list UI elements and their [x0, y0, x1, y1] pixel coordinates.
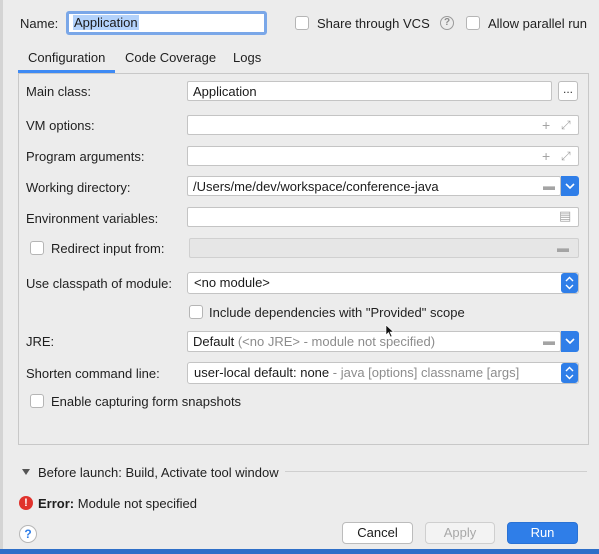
add-icon[interactable]: + [542, 118, 550, 132]
env-vars-input[interactable] [187, 207, 579, 227]
main-class-browse-button[interactable]: ... [558, 81, 578, 101]
working-dir-input[interactable]: /Users/me/dev/workspace/conference-java [187, 176, 561, 196]
tab-logs[interactable]: Logs [233, 50, 261, 65]
jre-input[interactable]: Default (<no JRE> - module not specified… [187, 331, 561, 352]
expand-icon[interactable]: ⤢ [561, 118, 571, 132]
chevron-down-icon [565, 183, 575, 190]
jre-dropdown[interactable] [561, 331, 579, 352]
snapshots-checkbox[interactable] [30, 394, 44, 408]
add-icon[interactable]: + [542, 149, 550, 163]
folder-icon: ▬ [557, 241, 569, 255]
folder-icon[interactable]: ▬ [543, 179, 555, 193]
mouse-cursor-icon [385, 324, 395, 338]
name-label: Name: [20, 16, 59, 31]
run-button[interactable]: Run [507, 522, 578, 544]
classpath-select[interactable]: <no module> [187, 272, 579, 294]
share-vcs-label: Share through VCS [317, 16, 430, 31]
program-args-label: Program arguments: [26, 149, 145, 164]
divider [285, 471, 587, 472]
tab-code-coverage[interactable]: Code Coverage [125, 50, 216, 65]
shorten-select[interactable]: user-local default: none - java [options… [187, 362, 579, 384]
working-dir-label: Working directory: [26, 180, 131, 195]
snapshots-label: Enable capturing form snapshots [51, 394, 242, 409]
vm-options-label: VM options: [26, 118, 95, 133]
jre-hint: (<no JRE> - module not specified) [237, 334, 436, 349]
help-icon[interactable]: ? [440, 16, 454, 30]
expand-icon[interactable]: ⤢ [561, 149, 571, 163]
left-window-edge [0, 0, 3, 554]
apply-button[interactable]: Apply [425, 522, 495, 544]
redirect-input-field [189, 238, 579, 258]
tab-configuration[interactable]: Configuration [28, 50, 105, 65]
document-icon[interactable]: ▤ [559, 209, 571, 223]
classpath-label: Use classpath of module: [26, 276, 172, 291]
folder-icon[interactable]: ▬ [543, 334, 555, 348]
redirect-input-label: Redirect input from: [51, 241, 165, 256]
env-vars-label: Environment variables: [26, 211, 159, 226]
program-args-input[interactable] [187, 146, 579, 166]
vm-options-input[interactable] [187, 115, 579, 135]
shorten-hint: - java [options] classname [args] [332, 365, 520, 380]
main-class-input[interactable]: Application [187, 81, 552, 101]
help-button[interactable]: ? [19, 525, 37, 543]
before-launch-label[interactable]: Before launch: Build, Activate tool wind… [38, 465, 279, 480]
shorten-select-stepper[interactable] [561, 363, 578, 383]
jre-value: Default [193, 334, 235, 349]
classpath-select-stepper[interactable] [561, 273, 578, 293]
name-input-value: Application [73, 15, 139, 30]
updown-icon [565, 366, 574, 380]
shorten-value: user-local default: none [194, 365, 330, 380]
updown-icon [565, 276, 574, 290]
name-input[interactable]: Application [66, 11, 267, 35]
share-vcs-checkbox[interactable] [295, 16, 309, 30]
include-deps-label: Include dependencies with "Provided" sco… [209, 305, 465, 320]
main-class-label: Main class: [26, 84, 92, 99]
collapse-triangle-icon[interactable] [21, 467, 31, 477]
redirect-input-checkbox[interactable] [30, 241, 44, 255]
error-message: Error: Module not specified [38, 496, 197, 511]
include-deps-checkbox[interactable] [189, 305, 203, 319]
chevron-down-icon [565, 338, 575, 345]
error-icon: ! [19, 496, 33, 510]
working-dir-dropdown[interactable] [561, 176, 579, 196]
shorten-label: Shorten command line: [26, 366, 160, 381]
parallel-run-checkbox[interactable] [466, 16, 480, 30]
background-window-strip [0, 549, 599, 554]
jre-label: JRE: [26, 334, 55, 349]
parallel-run-label: Allow parallel run [488, 16, 587, 31]
cancel-button[interactable]: Cancel [342, 522, 413, 544]
error-prefix: Error: [38, 496, 75, 511]
error-text: Module not specified [77, 496, 197, 511]
